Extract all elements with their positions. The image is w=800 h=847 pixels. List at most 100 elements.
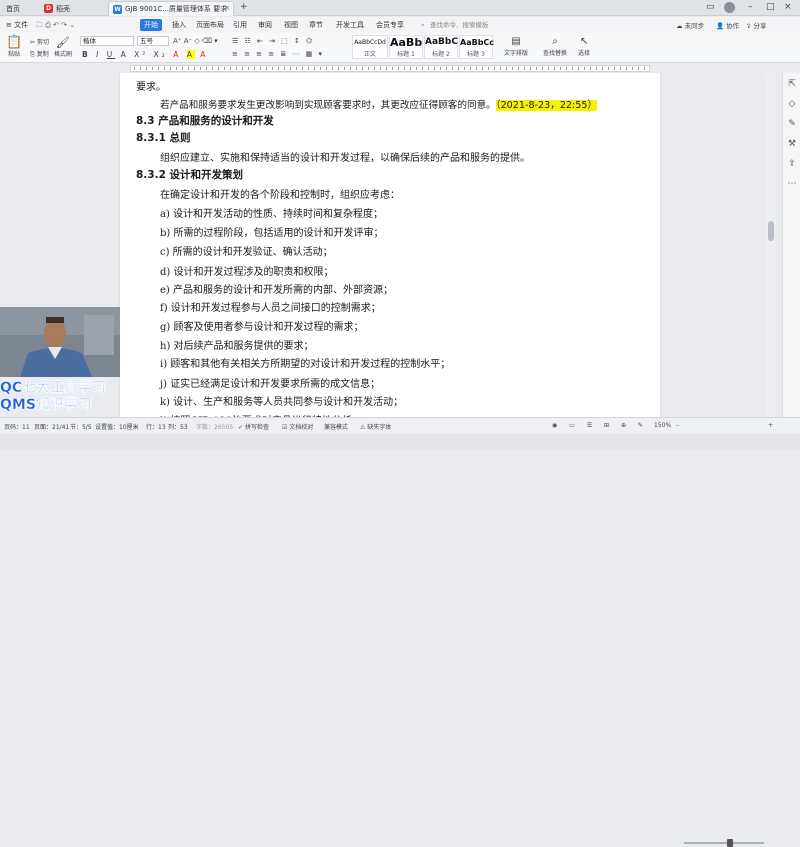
status-position: 设置值：10厘米: [95, 424, 139, 431]
doc-text: a) 设计和开发活动的性质、持续时间和复杂程度；: [160, 209, 384, 220]
close-tab-icon[interactable]: ×: [224, 4, 230, 12]
menu-item-home[interactable]: 开始: [140, 19, 162, 31]
pen-icon[interactable]: ✎: [787, 119, 797, 129]
timestamp-highlight: （2021-8-23，22:55）: [495, 100, 598, 111]
tools-icon[interactable]: ⚒: [787, 139, 797, 149]
tab-document[interactable]: W GJB 9001C...质量管理体系 要求 ×: [108, 1, 234, 16]
tab-home[interactable]: 首页: [2, 1, 38, 16]
right-toolbar: ⇱ ◇ ✎ ⚒ ⇪ ⋯: [782, 73, 800, 417]
collaborate-button[interactable]: 👤 协作: [716, 20, 739, 30]
ruler-tick: [398, 67, 399, 70]
font-size-select[interactable]: 五号: [137, 36, 169, 46]
menu-quick-access[interactable]: 🗀 ⎙ ↶ ↷ ⌄: [32, 19, 79, 31]
share-button[interactable]: ⇪ 分享: [746, 20, 767, 30]
ruler-tick: [302, 67, 303, 70]
new-tab-button[interactable]: +: [240, 2, 248, 12]
ruler-tick: [638, 67, 639, 70]
menu-item-view[interactable]: 视图: [280, 19, 302, 31]
close-window-icon[interactable]: ×: [784, 2, 792, 12]
format-painter-icon: 🖌: [56, 36, 70, 49]
ruler-tick: [278, 67, 279, 70]
doc-heading: 8.3.2 设计和开发策划: [136, 167, 243, 182]
copy-button[interactable]: ⎘ 复制: [30, 49, 49, 59]
doc-text: e) 产品和服务的设计和开发所需的内部、外部资源；: [160, 285, 393, 296]
ruler-tick: [242, 67, 243, 70]
ruler-tick: [530, 67, 531, 70]
search-input[interactable]: ⌕ 查找命令、搜索模板: [420, 19, 530, 31]
style-heading-3[interactable]: AaBbCc 标题 3: [459, 35, 494, 59]
style-heading-1[interactable]: AaBb 标题 1: [389, 35, 423, 59]
menu-item-insert[interactable]: 插入: [168, 19, 190, 31]
ruler-tick: [572, 67, 573, 70]
find-replace-button[interactable]: ⌕ 查找替换: [543, 36, 567, 57]
doc-paragraph: a) 设计和开发活动的性质、持续时间和复杂程度；: [160, 205, 383, 220]
ruler-tick: [326, 67, 327, 70]
view-mode-buttons[interactable]: ◉ ▭ ☰ ⊞ ⊕ ✎: [552, 422, 648, 429]
tile-icon[interactable]: ▭: [706, 2, 715, 12]
menu-file[interactable]: ≡ 文件: [2, 19, 32, 31]
paragraph-buttons[interactable]: ☰ ☷ ⇤ ⇥ ⬚ ↕ ⌬: [232, 37, 314, 45]
cursor-icon: ↖: [579, 36, 589, 47]
ruler-tick: [386, 67, 387, 70]
text-layout-button[interactable]: ▤ 文字排版: [504, 36, 528, 57]
ruler-tick: [308, 67, 309, 70]
zoom-in-button[interactable]: +: [768, 422, 773, 429]
style-normal[interactable]: AaBbCcDd 正文: [352, 35, 388, 59]
maximize-icon[interactable]: □: [766, 2, 775, 12]
doc-text: 8.3 产品和服务的设计和开发: [136, 115, 274, 127]
menu-item-label: 视图: [284, 21, 298, 29]
menu-item-layout[interactable]: 页面布局: [192, 19, 228, 31]
doc-text: g) 顾客及使用者参与设计和开发过程的需求；: [160, 322, 364, 333]
zoom-level[interactable]: 150%: [654, 422, 671, 429]
scrollbar-thumb[interactable]: [768, 221, 774, 241]
ruler-tick: [368, 67, 369, 70]
avatar[interactable]: [724, 2, 735, 13]
status-word-count[interactable]: 字数：26505: [196, 422, 233, 431]
menu-item-references[interactable]: 引用: [229, 19, 251, 31]
shapes-icon[interactable]: ◇: [787, 99, 797, 109]
menu-item-developer[interactable]: 开发工具: [332, 19, 368, 31]
style-preview: AaBbCcDd: [354, 39, 386, 46]
paste-button[interactable]: 📋 粘贴: [6, 36, 22, 58]
tab-docer[interactable]: D 稻壳: [40, 1, 102, 16]
doc-paragraph: 要求。: [136, 78, 166, 93]
spell-check-button[interactable]: ✓ 拼写检查: [238, 422, 269, 431]
share-icon[interactable]: ⇪: [787, 159, 797, 169]
ruler-tick: [164, 67, 165, 70]
format-painter-button[interactable]: 🖌 格式刷: [54, 36, 72, 58]
menu-item-review[interactable]: 审阅: [254, 19, 276, 31]
select-button[interactable]: ↖ 选择: [578, 36, 590, 57]
font-name-select[interactable]: 楷体: [80, 36, 134, 46]
doc-text: b) 所需的过程阶段，包括适用的设计和开发评审；: [160, 228, 384, 239]
style-preview: AaBbC: [425, 37, 458, 47]
zoom-out-button[interactable]: –: [676, 422, 679, 429]
document-page[interactable]: 要求。 若产品和服务要求发生更改影响到实现顾客要求时，其更改应征得顾客的同意。（2…: [120, 73, 660, 417]
horizontal-ruler[interactable]: [0, 63, 800, 73]
vertical-scrollbar[interactable]: [766, 73, 776, 417]
zoom-slider[interactable]: [684, 842, 764, 844]
doc-paragraph: c) 所需的设计和开发验证、确认活动；: [160, 243, 333, 258]
font-format-buttons[interactable]: B I U A X² X₂ A A A: [82, 50, 208, 59]
minimize-icon[interactable]: –: [748, 2, 753, 12]
ruler-tick: [608, 67, 609, 70]
missing-font-button[interactable]: ⚠ 缺失字体: [360, 422, 391, 431]
more-icon[interactable]: ⋯: [787, 179, 797, 189]
menu-item-member[interactable]: 会员专享: [372, 19, 408, 31]
unsynced-button[interactable]: ☁ 未同步: [676, 20, 704, 30]
status-page[interactable]: 页面：21/41: [34, 422, 69, 431]
align-buttons[interactable]: ≡ ≡ ≡ ≡ ≣ ⋯ ▦ ▾: [232, 50, 324, 58]
ruler-tick: [578, 67, 579, 70]
ruler-tick: [596, 67, 597, 70]
menu-item-label: 插入: [172, 21, 186, 29]
doc-paragraph: b) 所需的过程阶段，包括适用的设计和开发评审；: [160, 224, 383, 239]
ruler-tick: [458, 67, 459, 70]
cursor-icon[interactable]: ⇱: [787, 79, 797, 89]
doc-check-button[interactable]: ☑ 文档校对: [282, 422, 313, 431]
style-heading-2[interactable]: AaBbC 标题 2: [424, 35, 458, 59]
cut-button[interactable]: ✂ 剪切: [30, 37, 49, 46]
zoom-slider-handle[interactable]: [727, 839, 733, 847]
menu-item-sections[interactable]: 章节: [305, 19, 327, 31]
text-layout-label: 文字排版: [504, 50, 529, 57]
font-grow-shrink[interactable]: A⁺ A⁻ ◇ ⌫ ▾: [173, 37, 218, 45]
ruler-tick: [380, 67, 381, 70]
